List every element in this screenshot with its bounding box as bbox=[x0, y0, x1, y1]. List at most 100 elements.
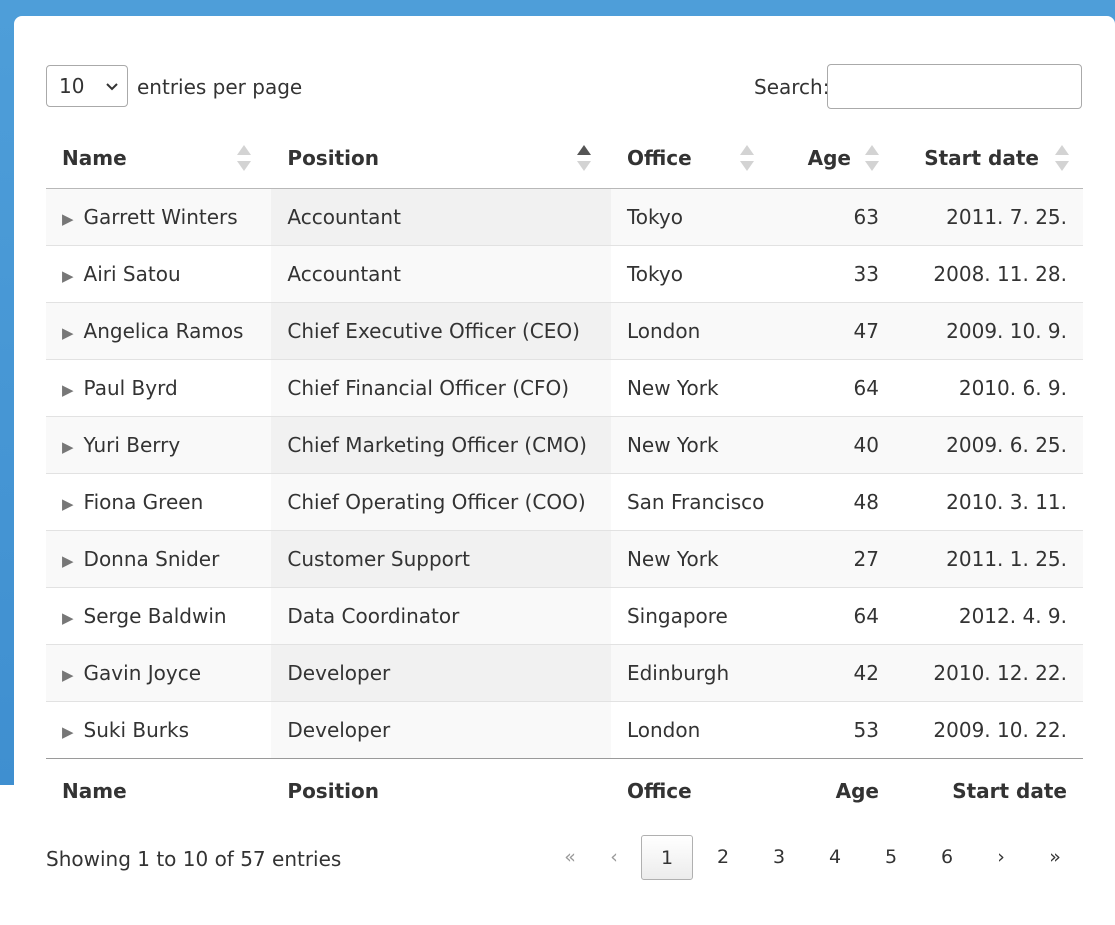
column-header-label: Position bbox=[287, 146, 379, 171]
table-row[interactable]: ▶ Fiona Green Chief Operating Officer (CO… bbox=[46, 472, 1083, 530]
cell-position: Chief Executive Officer (CEO) bbox=[271, 301, 611, 359]
data-table: Name Position Office Age Start date ▶ Ga… bbox=[46, 129, 1083, 823]
footer-row: Name Position Office Age Start date bbox=[46, 757, 1083, 823]
cell-age: 27 bbox=[780, 529, 895, 587]
cell-position: Customer Support bbox=[271, 529, 611, 587]
cell-office: Edinburgh bbox=[610, 643, 781, 701]
cell-name: Gavin Joyce bbox=[83, 660, 201, 685]
column-header-age[interactable]: Age bbox=[780, 129, 895, 189]
cell-start-date: 2009. 6. 25. bbox=[894, 415, 1083, 473]
cell-office: San Francisco bbox=[610, 472, 781, 530]
cell-position: Chief Financial Officer (CFO) bbox=[271, 358, 611, 416]
expand-row-icon[interactable]: ▶ bbox=[62, 381, 74, 399]
sort-icon bbox=[1055, 145, 1069, 172]
column-header-label: Start date bbox=[924, 146, 1039, 171]
column-footer-name: Name bbox=[46, 757, 272, 823]
cell-name: Angelica Ramos bbox=[83, 318, 244, 343]
cell-name: Fiona Green bbox=[83, 489, 204, 514]
entries-per-page-value: 10 bbox=[59, 74, 85, 98]
column-header-start-date[interactable]: Start date bbox=[894, 129, 1083, 189]
cell-age: 33 bbox=[780, 244, 895, 302]
cell-office: Singapore bbox=[610, 586, 781, 644]
sort-icon bbox=[864, 145, 879, 172]
cell-name: Yuri Berry bbox=[83, 432, 181, 457]
table-row[interactable]: ▶ Donna Snider Customer Support New York … bbox=[46, 529, 1083, 587]
cell-age: 40 bbox=[780, 415, 895, 473]
cell-start-date: 2008. 11. 28. bbox=[894, 244, 1083, 302]
table-row[interactable]: ▶ Garrett Winters Accountant Tokyo 63 201… bbox=[46, 188, 1083, 245]
cell-office: New York bbox=[610, 415, 781, 473]
datatable-card: 10 entries per page Search: Name Positio… bbox=[14, 16, 1115, 925]
cell-position: Accountant bbox=[271, 244, 611, 302]
expand-row-icon[interactable]: ▶ bbox=[62, 210, 74, 228]
cell-office: London bbox=[610, 301, 781, 359]
cell-office: New York bbox=[610, 358, 781, 416]
page-button-2[interactable]: 2 bbox=[697, 835, 749, 880]
table-row[interactable]: ▶ Serge Baldwin Data Coordinator Singapor… bbox=[46, 586, 1083, 644]
table-info-text: Showing 1 to 10 of 57 entries bbox=[46, 847, 342, 871]
page-button-3[interactable]: 3 bbox=[753, 835, 805, 880]
cell-office: New York bbox=[610, 529, 781, 587]
cell-age: 48 bbox=[780, 472, 895, 530]
cell-position: Developer bbox=[271, 643, 611, 701]
expand-row-icon[interactable]: ▶ bbox=[62, 609, 74, 627]
column-footer-position: Position bbox=[271, 757, 611, 823]
entries-per-page-label: entries per page bbox=[137, 75, 303, 99]
column-header-name[interactable]: Name bbox=[46, 129, 272, 189]
cell-position: Accountant bbox=[271, 188, 611, 245]
expand-row-icon[interactable]: ▶ bbox=[62, 438, 74, 456]
table-row[interactable]: ▶ Yuri Berry Chief Marketing Officer (CMO… bbox=[46, 415, 1083, 473]
cell-name: Suki Burks bbox=[83, 717, 190, 742]
cell-start-date: 2011. 7. 25. bbox=[894, 188, 1083, 245]
table-row[interactable]: ▶ Airi Satou Accountant Tokyo 33 2008. 11… bbox=[46, 244, 1083, 302]
cell-start-date: 2009. 10. 22. bbox=[894, 700, 1083, 758]
search-label: Search: bbox=[754, 75, 830, 99]
expand-row-icon[interactable]: ▶ bbox=[62, 267, 74, 285]
table-row[interactable]: ▶ Paul Byrd Chief Financial Officer (CFO)… bbox=[46, 358, 1083, 416]
sort-ascending-icon bbox=[576, 145, 591, 172]
page-button-5[interactable]: 5 bbox=[865, 835, 917, 880]
page-button-1[interactable]: 1 bbox=[641, 835, 693, 880]
sort-icon bbox=[237, 145, 252, 172]
cell-start-date: 2010. 3. 11. bbox=[894, 472, 1083, 530]
header-row: Name Position Office Age Start date bbox=[46, 129, 1083, 189]
column-header-position[interactable]: Position bbox=[271, 129, 611, 189]
expand-row-icon[interactable]: ▶ bbox=[62, 666, 74, 684]
cell-name: Donna Snider bbox=[83, 546, 220, 571]
table-row[interactable]: ▶ Gavin Joyce Developer Edinburgh 42 2010… bbox=[46, 643, 1083, 701]
last-page-button[interactable]: » bbox=[1029, 835, 1081, 880]
cell-position: Chief Marketing Officer (CMO) bbox=[271, 415, 611, 473]
column-header-office[interactable]: Office bbox=[610, 129, 781, 189]
cell-age: 63 bbox=[780, 188, 895, 245]
expand-row-icon[interactable]: ▶ bbox=[62, 723, 74, 741]
cell-office: Tokyo bbox=[610, 188, 781, 245]
search-input[interactable] bbox=[827, 64, 1082, 109]
cell-name: Paul Byrd bbox=[83, 375, 178, 400]
cell-position: Chief Operating Officer (COO) bbox=[271, 472, 611, 530]
table-row[interactable]: ▶ Angelica Ramos Chief Executive Officer … bbox=[46, 301, 1083, 359]
column-header-label: Office bbox=[626, 146, 692, 171]
cell-age: 42 bbox=[780, 643, 895, 701]
next-page-button[interactable]: › bbox=[975, 835, 1027, 880]
chevron-down-icon bbox=[105, 66, 119, 108]
page-button-4[interactable]: 4 bbox=[809, 835, 861, 880]
expand-row-icon[interactable]: ▶ bbox=[62, 324, 74, 342]
cell-name: Airi Satou bbox=[83, 261, 181, 286]
page-button-6[interactable]: 6 bbox=[921, 835, 973, 880]
column-footer-start-date: Start date bbox=[894, 757, 1083, 823]
expand-row-icon[interactable]: ▶ bbox=[62, 495, 74, 513]
column-header-label: Name bbox=[62, 146, 127, 171]
table-row[interactable]: ▶ Suki Burks Developer London 53 2009. 10… bbox=[46, 700, 1083, 758]
cell-start-date: 2012. 4. 9. bbox=[894, 586, 1083, 644]
column-footer-age: Age bbox=[780, 757, 895, 823]
previous-page-button[interactable]: ‹ bbox=[588, 835, 640, 880]
cell-start-date: 2010. 12. 22. bbox=[894, 643, 1083, 701]
cell-age: 47 bbox=[780, 301, 895, 359]
cell-name: Serge Baldwin bbox=[83, 603, 227, 628]
entries-per-page-select[interactable]: 10 bbox=[46, 65, 128, 107]
expand-row-icon[interactable]: ▶ bbox=[62, 552, 74, 570]
cell-position: Developer bbox=[271, 700, 611, 758]
cell-age: 64 bbox=[780, 586, 895, 644]
cell-name: Garrett Winters bbox=[83, 204, 238, 229]
column-header-label: Age bbox=[807, 146, 851, 171]
